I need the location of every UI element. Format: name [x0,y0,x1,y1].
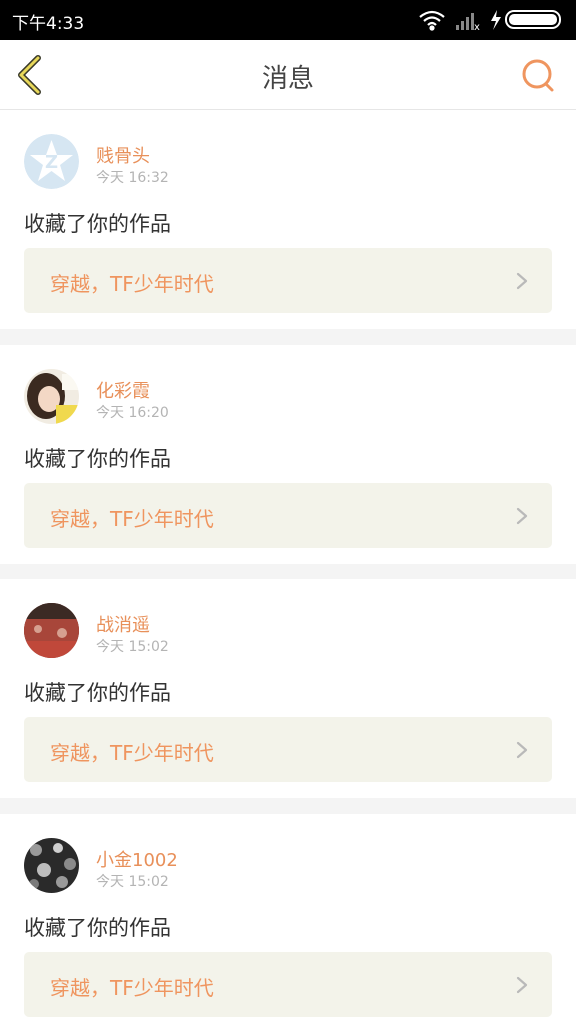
username[interactable]: 化彩霞 [96,377,150,403]
work-link[interactable]: 穿越，TF少年时代 [24,248,552,313]
svg-text:Z: Z [45,152,58,173]
work-link[interactable]: 穿越，TF少年时代 [24,952,552,1017]
username[interactable]: 贱骨头 [96,142,150,168]
user-photo-image [24,603,79,658]
avatar[interactable] [24,838,79,893]
signal-icon: x [456,13,480,32]
message-item: 战消遥 今天 15:02 收藏了你的作品 穿越，TF少年时代 [0,579,576,798]
work-title: 穿越，TF少年时代 [50,741,214,765]
avatar[interactable]: Z [24,134,79,189]
timestamp: 今天 15:02 [96,639,169,655]
message-item: 小金1002 今天 15:02 收藏了你的作品 穿越，TF少年时代 [0,814,576,1033]
chevron-right-icon [516,741,528,759]
status-bar: 下午4:33 x [0,0,576,40]
search-icon [522,59,554,92]
wifi-icon [419,10,445,31]
battery-icon [505,10,561,29]
message-item: 化彩霞 今天 16:20 收藏了你的作品 穿越，TF少年时代 [0,345,576,564]
nav-bar: 消息 [0,40,576,110]
chevron-right-icon [516,507,528,525]
work-link[interactable]: 穿越，TF少年时代 [24,483,552,548]
status-time: 下午4:33 [12,14,85,34]
page-title: 消息 [261,64,314,94]
timestamp: 今天 16:32 [96,170,169,186]
charging-icon [491,10,501,30]
default-avatar-image: Z [24,134,79,189]
action-text: 收藏了你的作品 [24,447,171,471]
action-text: 收藏了你的作品 [24,212,171,236]
status-icons: x [419,10,561,32]
work-title: 穿越，TF少年时代 [50,976,214,1000]
chevron-right-icon [516,976,528,994]
avatar[interactable] [24,603,79,658]
user-photo-image [24,838,79,893]
username[interactable]: 战消遥 [96,611,150,637]
svg-text:x: x [474,22,480,32]
action-text: 收藏了你的作品 [24,916,171,940]
work-title: 穿越，TF少年时代 [50,272,214,296]
timestamp: 今天 15:02 [96,874,169,890]
search-button[interactable] [520,58,556,94]
chevron-right-icon [516,272,528,290]
action-text: 收藏了你的作品 [24,681,171,705]
message-item: Z 贱骨头 今天 16:32 收藏了你的作品 穿越，TF少年时代 [0,110,576,329]
username[interactable]: 小金1002 [96,846,178,872]
avatar[interactable] [24,369,79,424]
work-title: 穿越，TF少年时代 [50,507,214,531]
timestamp: 今天 16:20 [96,405,169,421]
work-link[interactable]: 穿越，TF少年时代 [24,717,552,782]
user-photo-image [24,369,79,424]
